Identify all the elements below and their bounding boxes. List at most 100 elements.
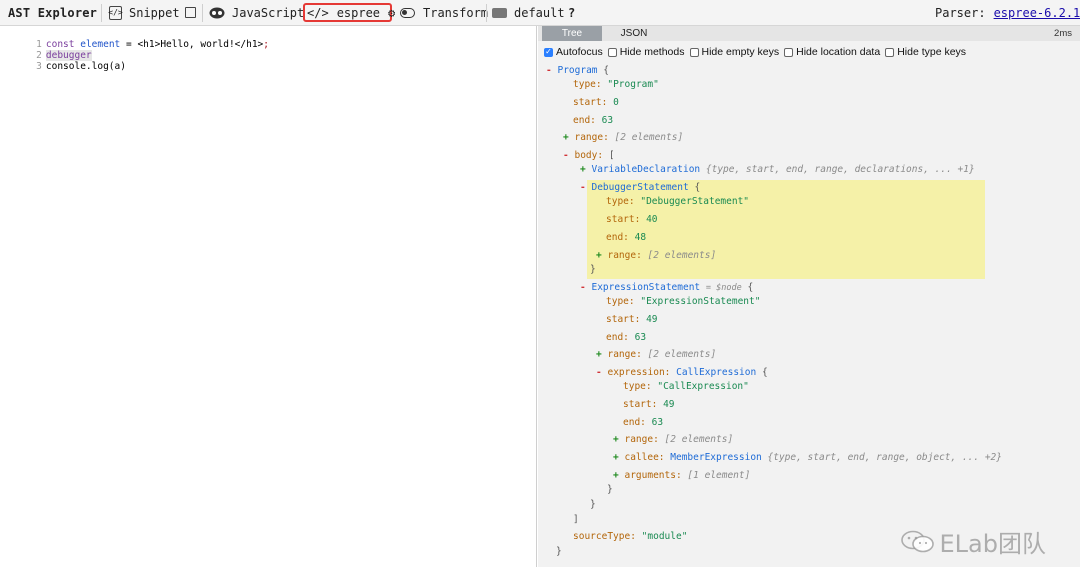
collapse-icon[interactable]: - xyxy=(546,65,552,76)
tree-prop-expression[interactable]: - expression: CallExpression { xyxy=(596,367,768,379)
node-type-label[interactable]: VariableDeclaration xyxy=(591,164,700,175)
brace: { xyxy=(761,367,768,378)
prop-summary: [2 elements] xyxy=(647,349,717,360)
node-type-label[interactable]: DebuggerStatement xyxy=(591,182,688,193)
prop-key: expression: xyxy=(607,367,671,378)
snippet-label: Snippet xyxy=(129,5,180,20)
tree-prop-range[interactable]: + range: [2 elements] xyxy=(613,434,733,446)
parser-info-label: Parser: xyxy=(935,5,986,20)
prop-key: type: xyxy=(623,381,652,392)
transform-toggle[interactable]: Transform xyxy=(400,0,488,25)
highlighted-node-background xyxy=(587,180,985,279)
wechat-icon xyxy=(900,530,934,552)
snippet-button[interactable]: </> Snippet xyxy=(108,0,180,25)
prop-value: 40 xyxy=(646,214,658,225)
closing-brace: } xyxy=(590,264,596,275)
expand-icon[interactable]: + xyxy=(613,434,619,445)
prop-summary: [2 elements] xyxy=(664,434,734,445)
keymap-select[interactable]: default xyxy=(492,0,565,25)
node-type-label[interactable]: Program xyxy=(557,65,597,76)
expand-icon[interactable]: + xyxy=(613,452,619,463)
toolbar-divider xyxy=(101,4,102,22)
parser-select[interactable]: </> espree ⚙ xyxy=(307,0,395,25)
prop-key: body: xyxy=(574,150,604,161)
tree-prop-callee[interactable]: + callee: MemberExpression {type, start,… xyxy=(613,452,1002,464)
prop-key: start: xyxy=(573,97,608,108)
prop-key: start: xyxy=(623,399,658,410)
prop-value: "module" xyxy=(641,531,688,542)
expand-icon[interactable]: + xyxy=(563,132,569,143)
expand-icon[interactable]: + xyxy=(596,349,602,360)
code-line-text: console.log(a) xyxy=(45,61,126,72)
tree-prop-body[interactable]: - body: [ xyxy=(563,150,615,162)
prop-key: end: xyxy=(606,332,629,343)
tree-node-variable-declaration[interactable]: + VariableDeclaration {type, start, end,… xyxy=(580,164,975,176)
collapse-icon[interactable]: - xyxy=(563,150,569,161)
prop-summary: [2 elements] xyxy=(647,250,717,261)
tree-prop-end: end: 63 xyxy=(606,332,646,344)
toolbar-divider xyxy=(202,4,203,22)
tree-node-expression-statement[interactable]: - ExpressionStatement = $node { xyxy=(580,282,753,294)
node-type-label[interactable]: MemberExpression xyxy=(670,452,762,463)
brace: { xyxy=(747,282,754,293)
node-type-label[interactable]: CallExpression xyxy=(676,367,756,378)
transform-label: Transform xyxy=(423,5,489,20)
prop-value: "DebuggerStatement" xyxy=(640,196,750,207)
tree-prop-start: start: 40 xyxy=(606,214,658,226)
prop-summary: [1 element] xyxy=(687,470,751,481)
code-line[interactable]: 2 debugger xyxy=(0,39,92,61)
collapse-icon[interactable]: - xyxy=(596,367,602,378)
app-title[interactable]: AST Explorer xyxy=(8,0,97,25)
tree-prop-start: start: 49 xyxy=(606,314,658,326)
save-button[interactable] xyxy=(185,0,196,25)
file-code-icon: </> xyxy=(108,5,123,20)
prop-key: sourceType: xyxy=(573,531,636,542)
closing-bracket: ] xyxy=(573,514,579,525)
language-label: JavaScript xyxy=(232,5,305,20)
prop-key: type: xyxy=(606,296,635,307)
prop-key: start: xyxy=(606,214,641,225)
node-type-label[interactable]: ExpressionStatement xyxy=(591,282,700,293)
tree-prop-range[interactable]: + range: [2 elements] xyxy=(596,349,716,361)
parser-version-link[interactable]: espree-6.2.1 xyxy=(994,6,1080,20)
prop-value: 0 xyxy=(613,97,619,108)
watermark-text: ELab团队 xyxy=(939,530,1046,558)
expand-icon[interactable]: + xyxy=(613,470,619,481)
tree-prop-range[interactable]: + range: [2 elements] xyxy=(563,132,683,144)
prop-value: "Program" xyxy=(607,79,659,90)
tree-prop-end: end: 63 xyxy=(623,417,663,429)
expand-icon[interactable]: + xyxy=(580,164,586,175)
tree-prop-type: type: "ExpressionStatement" xyxy=(606,296,760,308)
top-toolbar: AST Explorer </> Snippet JavaScript </> … xyxy=(0,0,1080,26)
tree-prop-range[interactable]: + range: [2 elements] xyxy=(596,250,716,262)
prop-value: 63 xyxy=(651,417,664,428)
tree-prop-start: start: 0 xyxy=(573,97,619,109)
prop-summary: {type, start, end, range, object, ... +2… xyxy=(767,452,1003,463)
expand-icon[interactable]: + xyxy=(596,250,602,261)
prop-key: range: xyxy=(624,434,659,445)
toggle-icon xyxy=(400,7,415,18)
save-icon xyxy=(185,7,196,18)
tree-node-program[interactable]: - Program { xyxy=(546,65,609,77)
code-icon: </> xyxy=(307,5,329,20)
closing-brace: } xyxy=(607,484,613,495)
help-button[interactable]: ? xyxy=(568,0,575,25)
prop-key: range: xyxy=(607,250,642,261)
code-line[interactable]: 1 const element = <h1>Hello, world!</h1>; xyxy=(0,28,269,50)
tree-prop-source-type: sourceType: "module" xyxy=(573,531,687,543)
language-select[interactable]: JavaScript xyxy=(209,0,304,25)
tree-prop-arguments[interactable]: + arguments: [1 element] xyxy=(613,470,750,482)
tree-node-debugger-statement[interactable]: - DebuggerStatement { xyxy=(580,182,700,194)
code-editor[interactable]: 1 const element = <h1>Hello, world!</h1>;… xyxy=(0,26,537,567)
tree-prop-end: end: 63 xyxy=(573,115,613,127)
prop-value: "ExpressionStatement" xyxy=(640,296,761,307)
gear-icon[interactable]: ⚙ xyxy=(388,6,395,20)
toolbar-divider xyxy=(486,4,487,22)
collapse-icon[interactable]: - xyxy=(580,182,586,193)
prop-key: end: xyxy=(623,417,646,428)
tree-prop-end: end: 48 xyxy=(606,232,646,244)
collapse-icon[interactable]: - xyxy=(580,282,586,293)
code-line[interactable]: 3 console.log(a) xyxy=(0,50,126,72)
brace: { xyxy=(603,65,609,76)
prop-key: range: xyxy=(607,349,642,360)
